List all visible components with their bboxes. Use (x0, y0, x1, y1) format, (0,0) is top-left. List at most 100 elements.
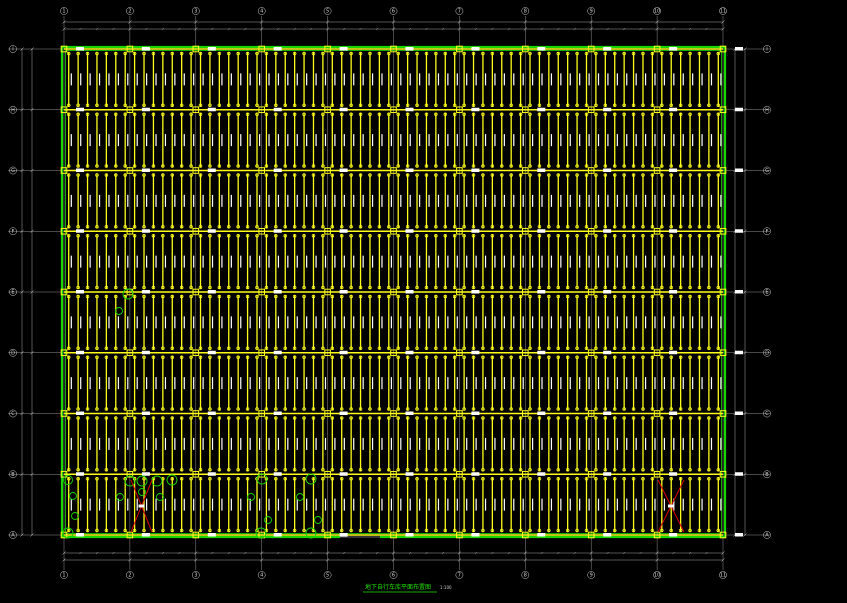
rack-label-mark (626, 194, 628, 207)
rack-label-mark (371, 255, 374, 268)
axis-label-col: 8 (524, 9, 527, 15)
rack-label-mark (146, 73, 148, 86)
rack-label-mark (503, 498, 505, 511)
rack-label-mark (560, 377, 562, 390)
rack-label-mark (447, 437, 449, 450)
beam-label-mark (273, 290, 282, 294)
rack-label-mark (353, 377, 355, 390)
rack-label-mark (522, 255, 524, 268)
rack-label-mark (532, 73, 534, 86)
beam-label-mark (735, 107, 743, 112)
rack-label-mark (569, 194, 571, 207)
rack-label-mark (240, 194, 242, 207)
axis-label-row: I (766, 47, 767, 53)
rack-label-mark (334, 134, 336, 147)
beam-label-mark (405, 107, 414, 112)
rack-label-mark (268, 498, 270, 511)
rack-label-mark (494, 73, 496, 86)
rack-label-mark (193, 316, 195, 329)
rack-label-mark (692, 194, 694, 207)
rack-label-mark (146, 134, 148, 147)
rack-label-mark (287, 73, 289, 86)
axis-label-row: I (12, 47, 13, 53)
rack-label-mark (381, 194, 383, 207)
rack-label-mark (249, 437, 251, 450)
rack-label-mark (230, 134, 232, 147)
rack-label-mark (258, 377, 261, 390)
rack-label-mark (381, 73, 383, 86)
rack-label-mark (211, 498, 214, 511)
rack-label-mark (428, 194, 430, 207)
rack-label-mark (315, 437, 317, 450)
rack-label-mark (334, 255, 336, 268)
axis-label-col: 7 (458, 9, 461, 15)
rack-label-mark (287, 437, 289, 450)
rack-label-mark (400, 437, 402, 450)
beam-label-mark (603, 350, 612, 355)
rack-label-mark (80, 437, 82, 450)
rack-label-mark (579, 134, 581, 147)
rack-label-mark (541, 377, 543, 390)
rack-label-mark (673, 316, 675, 329)
rack-label-mark (654, 437, 656, 450)
rack-label-mark (484, 255, 487, 268)
rack-label-mark (390, 316, 392, 329)
axis-label-row: B (11, 472, 15, 478)
rack-label-mark (701, 377, 703, 390)
floor-plan-drawing[interactable]: 11223344556677889910101111I IH HG GF FE ED DC C… (0, 0, 847, 603)
rack-label-mark (362, 316, 364, 329)
callout-circle (136, 475, 148, 487)
rack-label-mark (532, 498, 534, 511)
rack-label-mark (475, 255, 477, 268)
rack-label-mark (136, 194, 138, 207)
rack-label-mark (117, 377, 119, 390)
rack-label-mark (409, 316, 411, 329)
rack-label-mark (692, 498, 694, 511)
rack-label-mark (635, 498, 637, 511)
rack-label-mark (644, 437, 647, 450)
rack-label-mark (127, 73, 129, 86)
rack-label-mark (701, 73, 703, 86)
beam-label-mark (603, 107, 612, 112)
axis-label-col: 1 (62, 9, 65, 15)
beam-label-mark (141, 472, 150, 476)
rack-label-mark (164, 194, 167, 207)
rack-label-mark (588, 134, 590, 147)
beam-label-mark (537, 290, 546, 294)
rack-label-mark (522, 377, 524, 390)
rack-label-mark (466, 194, 468, 207)
rack-label-mark (230, 498, 232, 511)
rack-label-mark (381, 316, 383, 329)
rack-label-mark (146, 255, 148, 268)
rack-label-mark (98, 134, 101, 147)
rack-label-mark (484, 73, 487, 86)
rack-label-mark (569, 437, 571, 450)
rack-label-mark (371, 498, 374, 511)
rack-label-mark (334, 437, 336, 450)
rack-label-mark (193, 437, 195, 450)
rack-label-mark (673, 437, 675, 450)
rack-label-mark (240, 134, 242, 147)
rack-label-mark (588, 255, 590, 268)
beam-label-mark (339, 107, 348, 112)
rack-label-mark (663, 255, 666, 268)
rack-label-mark (296, 377, 298, 390)
rack-label-mark (108, 194, 110, 207)
rack-label-mark (663, 437, 666, 450)
rack-label-mark (654, 73, 656, 86)
beam-label-mark (339, 411, 348, 415)
rack-label-mark (98, 437, 101, 450)
rack-label-mark (127, 255, 129, 268)
rack-label-mark (550, 194, 553, 207)
rack-label-mark (117, 134, 119, 147)
rack-label-mark (710, 73, 713, 86)
beam-label-mark (471, 290, 480, 294)
rack-label-mark (437, 73, 440, 86)
rack-label-mark (616, 377, 618, 390)
rack-label-mark (174, 437, 176, 450)
cad-viewport[interactable]: 1 1 2 2 3 3 4 4 5 5 6 6 7 7 8 8 9 9 10 10 11 11 I I H H G G F F E E D D C C… (0, 0, 847, 603)
axis-label-col: 7 (458, 573, 461, 579)
rack-label-mark (277, 255, 280, 268)
beam-label-mark (603, 168, 612, 172)
rack-label-mark (560, 73, 562, 86)
